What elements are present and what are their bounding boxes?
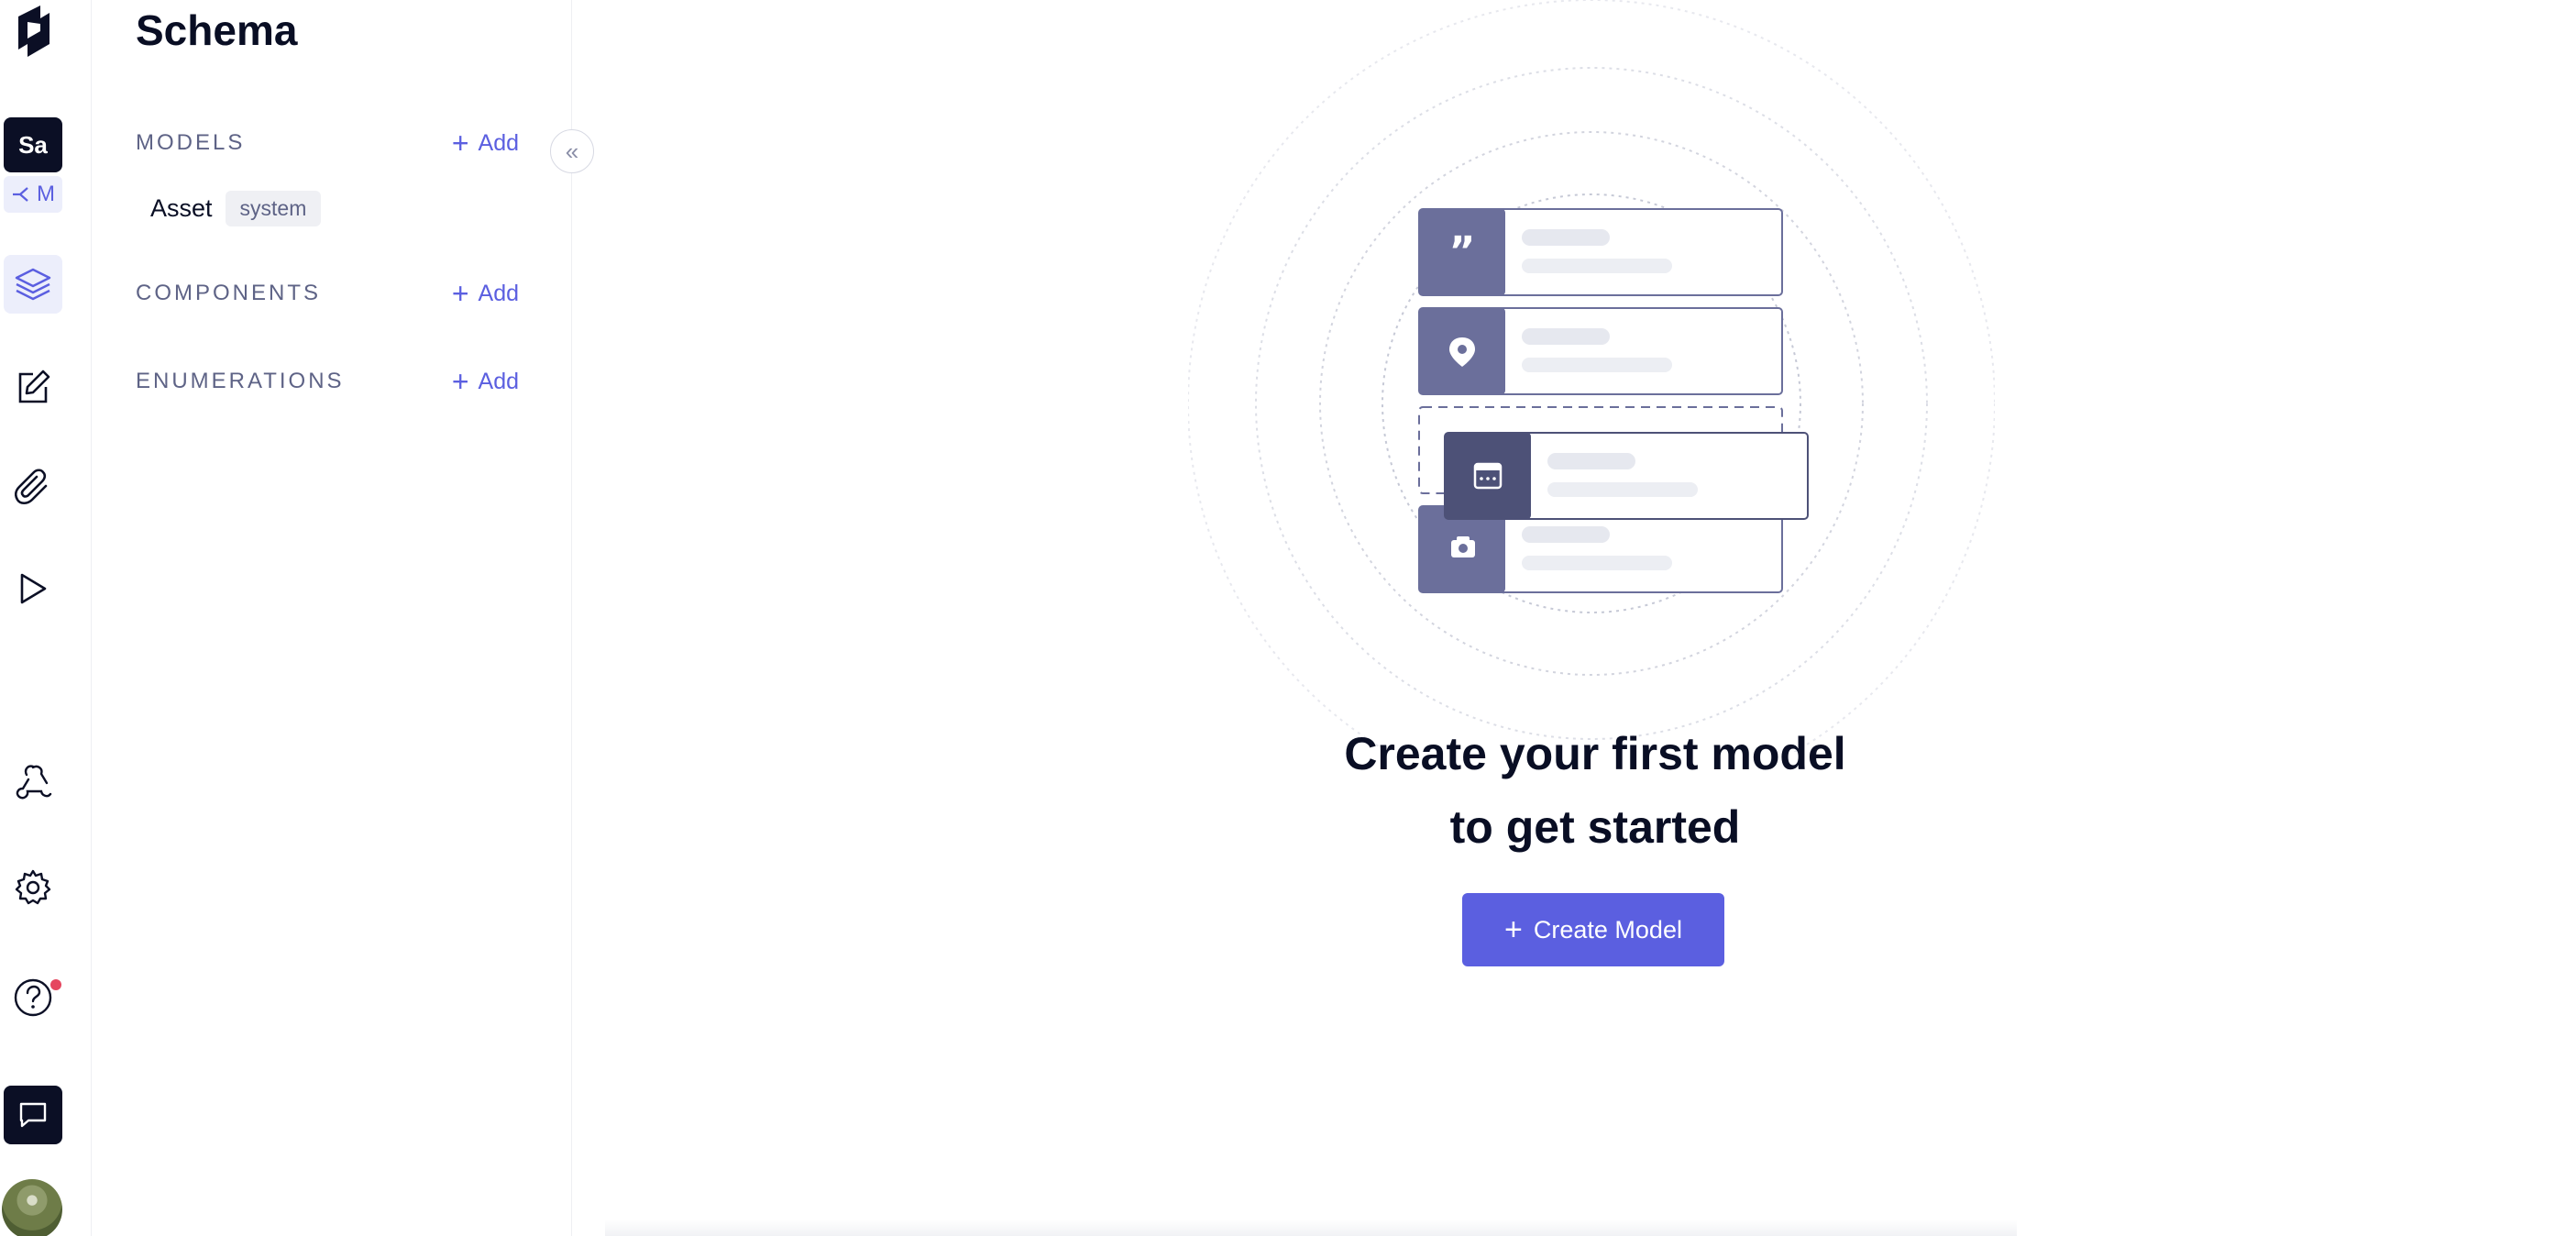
models-section-header: MODELS + Add: [136, 125, 519, 161]
enumerations-label: ENUMERATIONS: [136, 369, 345, 393]
help-icon: [14, 978, 52, 1017]
add-model-label: Add: [478, 129, 519, 156]
chat-button[interactable]: [4, 1086, 62, 1144]
model-name: Asset: [150, 194, 213, 222]
plus-icon: +: [451, 127, 469, 160]
icon-rail: Sa M: [0, 0, 92, 1236]
models-label: MODELS: [136, 130, 246, 155]
notification-dot: [50, 979, 61, 990]
create-model-button[interactable]: + Create Model: [1462, 893, 1724, 966]
collapse-sidebar-button[interactable]: «: [550, 129, 594, 173]
schema-sidebar: Schema MODELS + Add Asset system COMPONE…: [92, 0, 572, 1236]
branch-icon: [13, 187, 28, 202]
add-component-label: Add: [478, 280, 519, 306]
hygraph-logo-icon[interactable]: [13, 4, 55, 64]
assets-paperclip-icon: [15, 469, 48, 505]
field-card-date-dragging: [1444, 432, 1809, 520]
double-chevron-left-icon: «: [565, 137, 579, 165]
rail-item-schema[interactable]: [0, 255, 66, 314]
add-model-button[interactable]: + Add: [452, 128, 519, 158]
components-section-header: COMPONENTS + Add: [136, 275, 519, 312]
plus-icon: +: [1504, 912, 1523, 947]
quote-icon: ”: [1449, 228, 1476, 275]
project-badge[interactable]: Sa: [4, 117, 62, 172]
schema-layers-icon: [15, 268, 51, 301]
field-card-quote: ”: [1418, 208, 1783, 296]
content-edit-icon: [18, 370, 50, 403]
rail-item-playground[interactable]: [0, 559, 66, 618]
create-model-label: Create Model: [1533, 915, 1682, 944]
user-avatar[interactable]: [2, 1179, 62, 1236]
chat-icon: [19, 1102, 47, 1128]
rail-item-assets[interactable]: [0, 458, 66, 517]
add-enumeration-label: Add: [478, 368, 519, 394]
environment-label: M: [37, 182, 55, 206]
rail-item-help[interactable]: [0, 968, 66, 1027]
empty-state-title: Create your first model to get started: [1228, 717, 1962, 864]
enumerations-section-header: ENUMERATIONS + Add: [136, 363, 519, 400]
rail-item-settings[interactable]: [0, 858, 66, 917]
add-component-button[interactable]: + Add: [452, 279, 519, 308]
bottom-scroll-shadow: [605, 1219, 2017, 1236]
empty-state-title-line2: to get started: [1449, 801, 1741, 853]
webhooks-icon: [16, 765, 52, 800]
empty-state-title-line1: Create your first model: [1344, 728, 1846, 779]
environment-badge[interactable]: M: [4, 176, 62, 213]
settings-gear-icon: [15, 869, 51, 905]
rail-item-webhooks[interactable]: [0, 752, 66, 811]
api-playground-icon: [20, 573, 47, 604]
add-enumeration-button[interactable]: + Add: [452, 367, 519, 396]
system-tag: system: [225, 191, 322, 226]
sidebar-title: Schema: [136, 6, 298, 54]
model-item-asset[interactable]: Asset system: [150, 191, 322, 226]
empty-state-illustration: ”: [1188, 0, 1995, 752]
rail-item-content[interactable]: [0, 358, 66, 416]
project-initials: Sa: [18, 130, 48, 159]
plus-icon: +: [451, 277, 469, 310]
field-card-location: [1418, 307, 1783, 395]
plus-icon: +: [451, 365, 469, 398]
components-label: COMPONENTS: [136, 281, 322, 305]
